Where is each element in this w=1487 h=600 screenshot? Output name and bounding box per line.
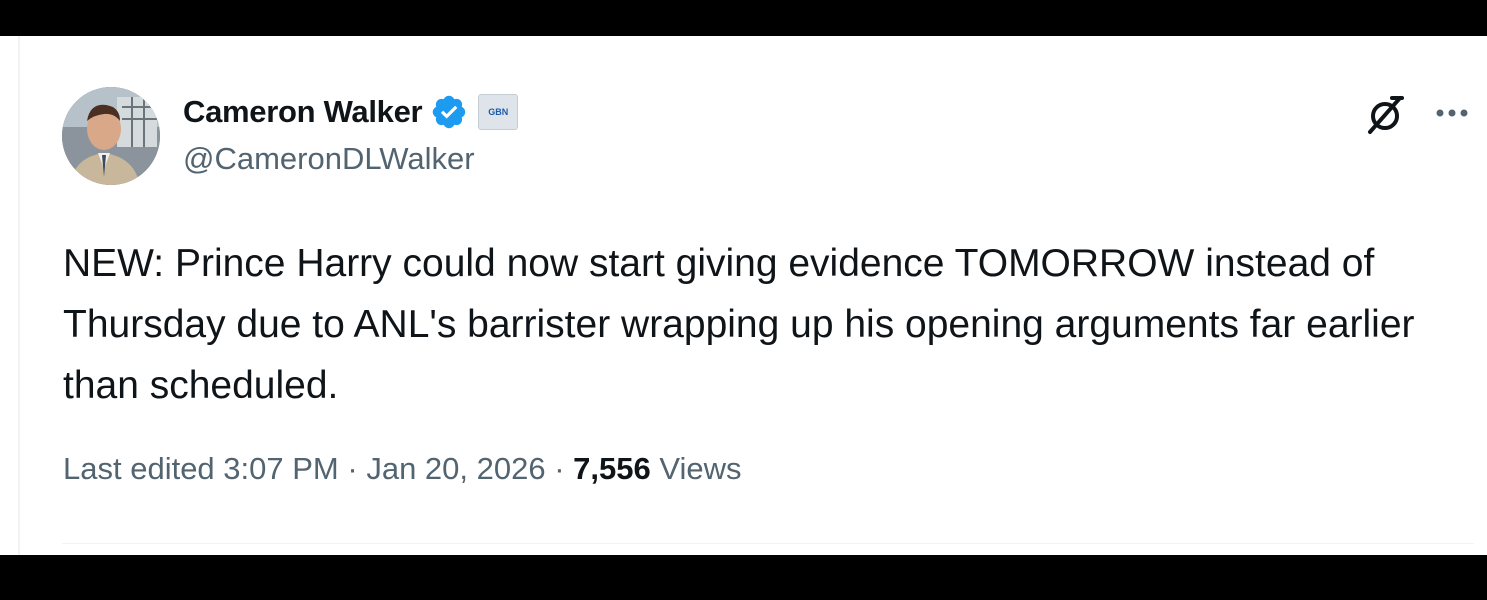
tweet-time[interactable]: 3:07 PM [223, 451, 338, 486]
grok-icon[interactable] [1362, 90, 1410, 138]
affiliate-badge[interactable]: GBN [478, 94, 519, 130]
tweet-metadata: Last edited 3:07 PM · Jan 20, 2026 · 7,5… [63, 451, 742, 487]
more-options-icon[interactable] [1430, 91, 1474, 135]
verified-badge-icon[interactable] [430, 93, 468, 131]
author-name-row: Cameron Walker GBN [183, 92, 519, 132]
avatar[interactable] [62, 87, 160, 185]
affiliate-badge-label: GBN [488, 107, 509, 117]
meta-separator: · [554, 451, 565, 486]
tweet-card: Cameron Walker GBN @CameronDLWalker NEW:… [0, 36, 1487, 555]
views-count[interactable]: 7,556 [573, 451, 651, 486]
edited-label[interactable]: Last edited [63, 451, 215, 486]
author-display-name[interactable]: Cameron Walker [183, 94, 423, 130]
card-border [18, 36, 20, 555]
author-handle[interactable]: @CameronDLWalker [183, 141, 475, 177]
meta-separator: · [347, 451, 358, 486]
divider [62, 543, 1474, 544]
tweet-text: NEW: Prince Harry could now start giving… [63, 242, 1415, 407]
avatar-image [62, 87, 160, 185]
views-label[interactable]: Views [659, 451, 741, 486]
tweet-date[interactable]: Jan 20, 2026 [366, 451, 545, 486]
